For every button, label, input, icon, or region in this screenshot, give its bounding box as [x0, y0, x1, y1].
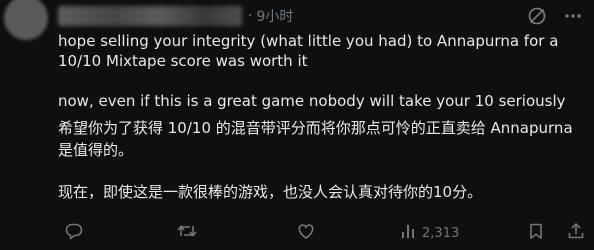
- bookmark-button[interactable]: [526, 221, 546, 245]
- like-icon: [296, 221, 316, 245]
- translation-text-1: 希望你为了获得 10/10 的混音带评分而将你那点可怜的正直卖给 Annapur…: [58, 119, 573, 159]
- post-body: hope selling your integrity (what little…: [58, 31, 588, 203]
- grok-icon[interactable]: [526, 5, 548, 27]
- like-button[interactable]: [296, 221, 316, 245]
- views-icon: [400, 221, 418, 245]
- retweet-icon: [176, 221, 198, 245]
- share-icon: [566, 221, 586, 245]
- reply-icon: [64, 221, 84, 245]
- translation-text-2: 现在，即使这是一款很棒的游戏，也没人会认真对待你的10分。: [58, 183, 483, 201]
- redacted-username[interactable]: [58, 6, 242, 26]
- reply-button[interactable]: [64, 221, 84, 245]
- bookmark-icon: [526, 221, 546, 245]
- post-text-en-1: hope selling your integrity (what little…: [58, 32, 559, 70]
- post-text-en-2: now, even if this is a great game nobody…: [58, 92, 566, 110]
- retweet-button[interactable]: [176, 221, 198, 245]
- views-count: 2,313: [422, 225, 460, 241]
- action-bar: 2,313: [58, 221, 588, 245]
- avatar[interactable]: [4, 0, 48, 40]
- more-icon[interactable]: [562, 5, 584, 27]
- share-button[interactable]: [566, 221, 586, 245]
- post-timestamp[interactable]: 9小时: [256, 6, 293, 26]
- time-separator: ·: [248, 8, 253, 24]
- views-button[interactable]: 2,313: [400, 221, 459, 245]
- post-header: · 9小时: [58, 3, 584, 29]
